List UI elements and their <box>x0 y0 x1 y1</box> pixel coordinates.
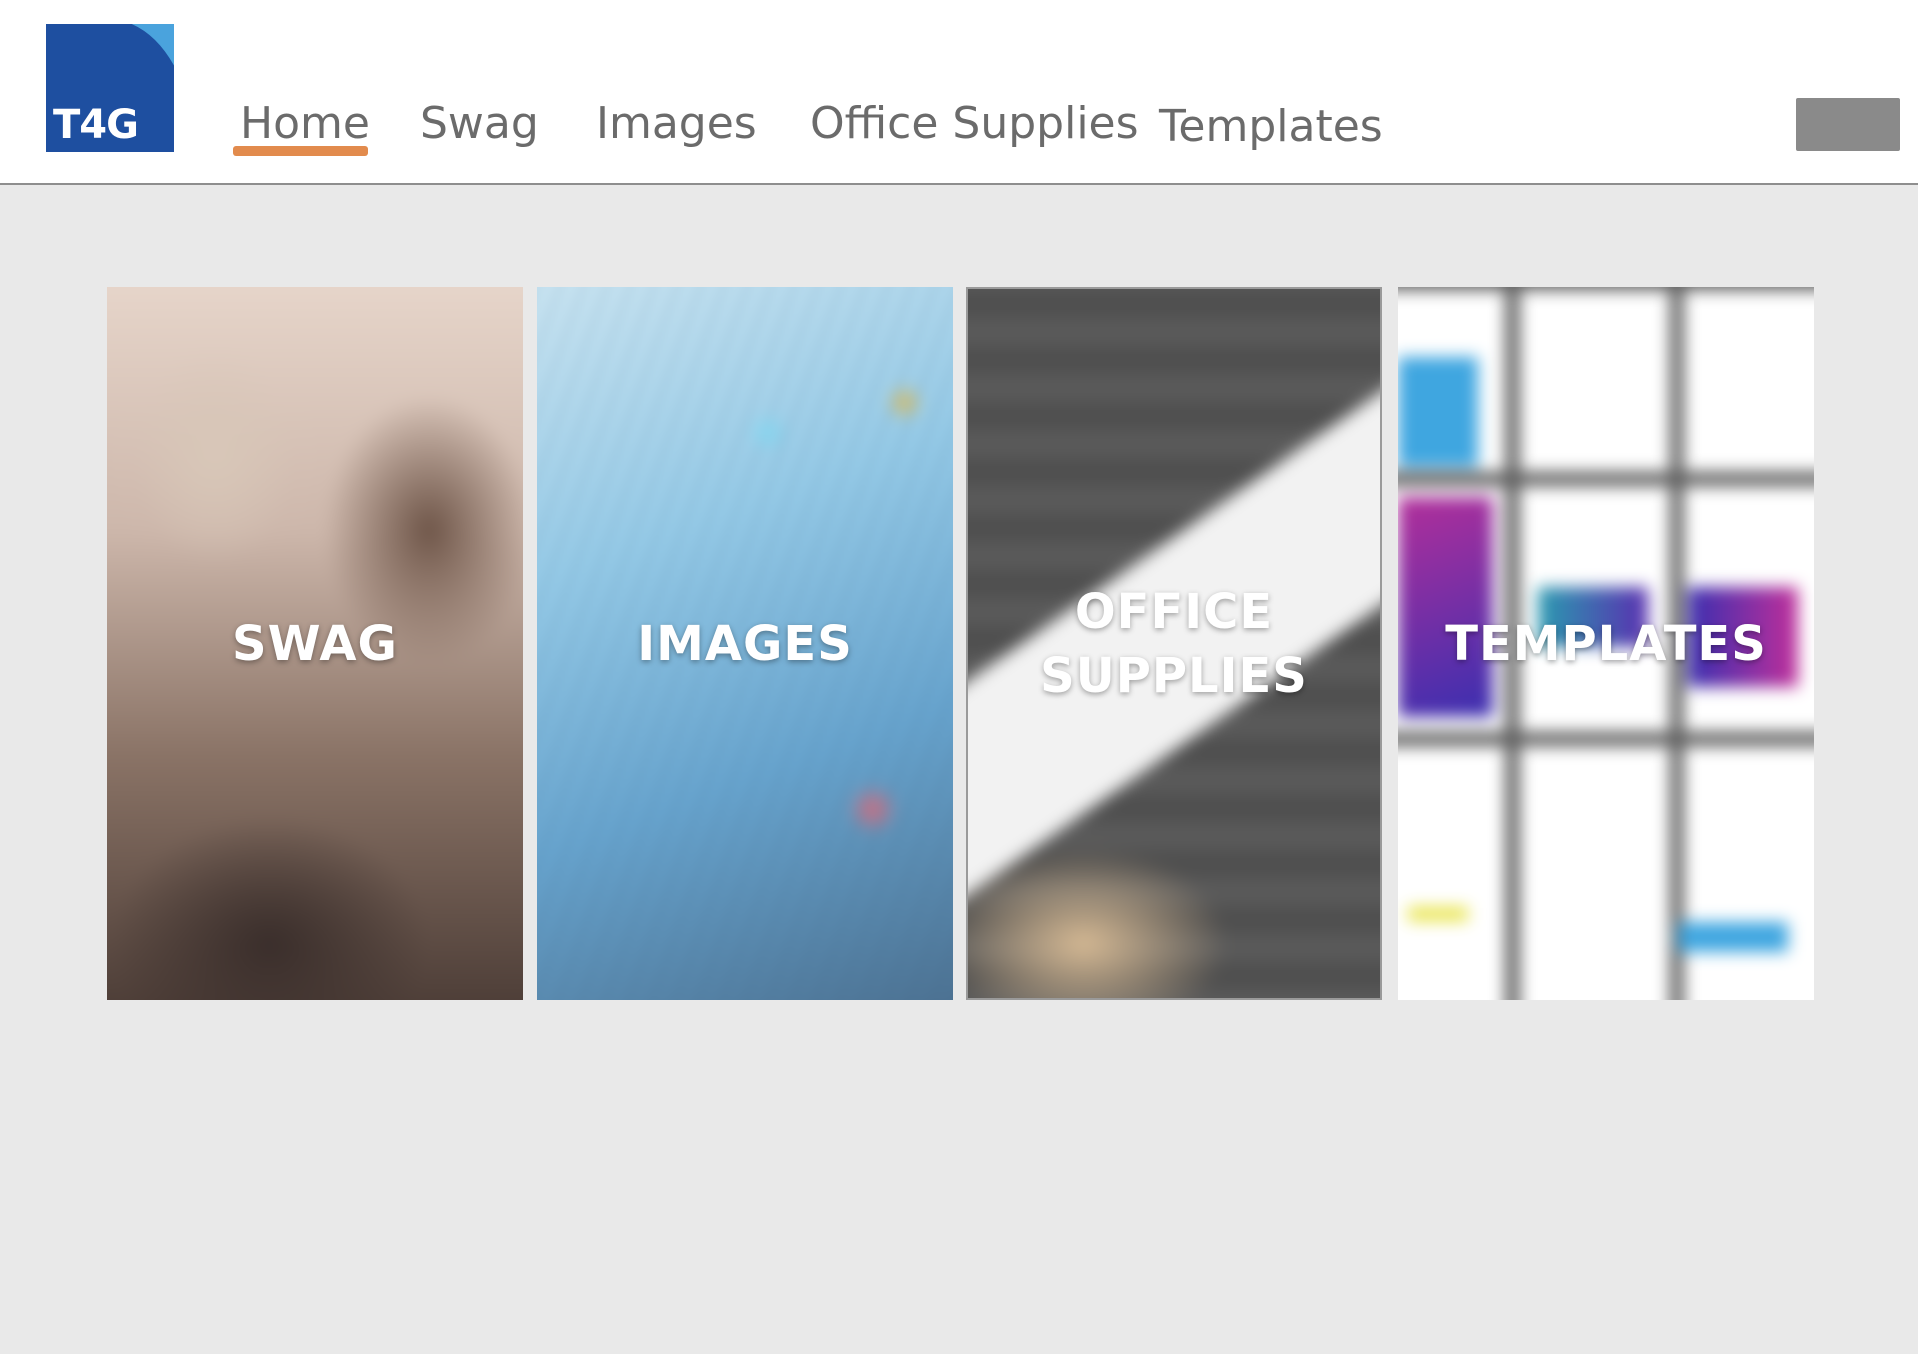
top-header: T4G Home Swag Images Office Supplies Tem… <box>0 0 1918 185</box>
tile-office-supplies-caption-line1: OFFICE <box>1074 583 1274 640</box>
nav-active-underline <box>233 146 368 156</box>
nav-images[interactable]: Images <box>596 96 757 152</box>
t4g-logo[interactable]: T4G <box>46 24 174 152</box>
nav-home[interactable]: Home <box>240 96 370 152</box>
logo-text: T4G <box>53 102 139 148</box>
tile-office-supplies-caption: OFFICE SUPPLIES <box>968 580 1380 708</box>
tile-swag[interactable]: SWAG <box>107 287 523 1000</box>
tile-office-supplies[interactable]: OFFICE SUPPLIES <box>966 287 1382 1000</box>
tile-templates[interactable]: TEMPLATES <box>1398 287 1814 1000</box>
tile-images-caption: IMAGES <box>637 615 853 672</box>
logo-corner-shape <box>131 24 174 66</box>
tile-swag-caption: SWAG <box>232 615 398 672</box>
nav-templates[interactable]: Templates <box>1159 99 1383 155</box>
nav-office-supplies[interactable]: Office Supplies <box>810 96 1139 152</box>
tile-images[interactable]: IMAGES <box>537 287 953 1000</box>
tile-office-supplies-caption-line2: SUPPLIES <box>1040 647 1308 704</box>
menu-button[interactable] <box>1796 98 1900 151</box>
tile-templates-caption: TEMPLATES <box>1445 615 1767 672</box>
nav-swag[interactable]: Swag <box>420 96 539 152</box>
